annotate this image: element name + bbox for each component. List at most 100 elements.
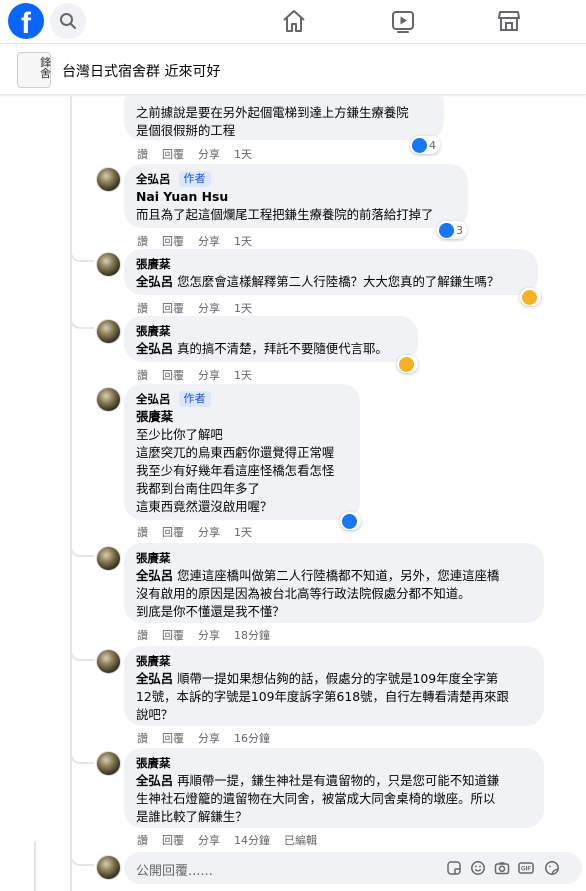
comment-text: 生神社石燈籠的遺留物在大同舍，被當成大同舍桌椅的墩座。所以	[136, 791, 496, 806]
comment-bubble: 張賡棻 全弘呂 再順帶一提，鎌生神社是有遺留物的，只是您可能不知道鎌 生神社石燈…	[124, 748, 544, 828]
comment-text: 再順帶一提，鎌生神社是有遺留物的，只是您可能不知道鎌	[173, 773, 500, 788]
timestamp[interactable]: 1天	[234, 233, 252, 249]
comment-bubble: 張賡棻 全弘呂 真的搞不清楚，拜託不要隨便代言耶。	[124, 316, 418, 362]
avatar[interactable]	[96, 319, 121, 344]
search-button[interactable]	[50, 3, 86, 39]
like-button[interactable]: 讚	[137, 832, 148, 848]
comment-author[interactable]: 張賡棻	[136, 755, 171, 771]
like-button[interactable]: 讚	[137, 300, 148, 316]
timestamp[interactable]: 14分鐘	[234, 832, 270, 848]
comment-author[interactable]: 張賡棻	[136, 323, 171, 339]
like-button[interactable]: 讚	[137, 233, 148, 249]
reply-button[interactable]: 回覆	[162, 233, 184, 249]
comment-text: 之前據說是要在另外起個電梯到達上方鎌生療養院	[136, 105, 409, 120]
gif-icon[interactable]: GIF	[518, 860, 534, 876]
reply-button[interactable]: 回覆	[162, 300, 184, 316]
group-thumbnail[interactable]: 鋒 舍	[17, 52, 51, 88]
my-avatar[interactable]	[96, 855, 121, 880]
like-button[interactable]: 讚	[137, 146, 148, 162]
timestamp[interactable]: 1天	[234, 146, 252, 162]
group-title[interactable]: 台灣日式宿舍群 近來可好	[62, 61, 220, 81]
like-reaction-icon	[342, 513, 357, 529]
comment-author[interactable]: 張賡棻	[136, 256, 171, 272]
reply-button[interactable]: 回覆	[162, 524, 184, 540]
mention-link[interactable]: 全弘呂	[136, 671, 173, 686]
avatar[interactable]	[96, 387, 121, 412]
mention-link[interactable]: 全弘呂	[136, 773, 173, 788]
timestamp[interactable]: 1天	[234, 524, 252, 540]
reaction-summary[interactable]	[340, 512, 361, 530]
sticker-icon[interactable]	[446, 860, 462, 876]
share-button[interactable]: 分享	[198, 627, 220, 643]
comment-actions: 讚 回覆 分享 1天	[137, 300, 252, 316]
wow-reaction-icon	[399, 356, 414, 372]
like-reaction-icon	[439, 222, 454, 238]
like-button[interactable]: 讚	[137, 730, 148, 746]
comment-author[interactable]: 張賡棻	[136, 550, 171, 566]
reaction-summary[interactable]: 4	[410, 136, 440, 154]
camera-icon[interactable]	[494, 860, 510, 876]
comment-text: 是誰比較了解鎌生？	[136, 809, 248, 824]
comment-text: 我至少有好幾年看這座怪橋怎看怎怪	[136, 463, 335, 478]
timestamp[interactable]: 1天	[234, 367, 252, 383]
comment-bubble: 全弘呂 作者 Nai Yuan Hsu 而且為了起這個爛尾工程把鎌生療養院的前落…	[124, 164, 468, 228]
reaction-summary[interactable]: 3	[437, 221, 467, 239]
comment-text: 至少比你了解吧	[136, 427, 223, 442]
comment-author[interactable]	[136, 96, 432, 104]
share-button[interactable]: 分享	[198, 367, 220, 383]
timestamp[interactable]: 18分鐘	[234, 627, 270, 643]
timestamp[interactable]: 16分鐘	[234, 730, 270, 746]
avatar[interactable]	[96, 167, 121, 192]
avatar[interactable]	[96, 252, 121, 277]
mention-link[interactable]: 全弘呂	[136, 341, 173, 356]
like-button[interactable]: 讚	[137, 524, 148, 540]
like-reaction-icon	[412, 137, 427, 153]
avatar[interactable]	[96, 649, 121, 674]
comment-text: 我都到台南住四年多了	[136, 481, 260, 496]
share-button[interactable]: 分享	[198, 300, 220, 316]
video-icon[interactable]	[388, 6, 418, 36]
reaction-summary[interactable]	[397, 355, 418, 373]
reply-button[interactable]: 回覆	[162, 367, 184, 383]
reply-button[interactable]: 回覆	[162, 730, 184, 746]
comment-author[interactable]: 張賡棻	[136, 653, 171, 669]
comment-text: 您怎麼會這樣解釋第二人行陸橋？大大您真的了解鎌生嗎？	[173, 274, 500, 289]
reply-input[interactable]: 公開回覆......	[136, 860, 213, 879]
comment-author[interactable]: 全弘呂	[136, 391, 171, 407]
group-header[interactable]: 鋒 舍 台灣日式宿舍群 近來可好	[0, 45, 586, 95]
avatar[interactable]	[96, 751, 121, 776]
like-button[interactable]: 讚	[137, 367, 148, 383]
home-icon[interactable]	[279, 6, 309, 36]
mention-link[interactable]: 張賡棻	[136, 408, 348, 426]
mention-link[interactable]: Nai Yuan Hsu	[136, 188, 456, 206]
share-button[interactable]: 分享	[198, 524, 220, 540]
like-button[interactable]: 讚	[137, 627, 148, 643]
share-button[interactable]: 分享	[198, 233, 220, 249]
reply-button[interactable]: 回覆	[162, 146, 184, 162]
share-button[interactable]: 分享	[198, 832, 220, 848]
timestamp[interactable]: 1天	[234, 300, 252, 316]
comment-text: 真的搞不清楚，拜託不要隨便代言耶。	[173, 341, 388, 356]
share-button[interactable]: 分享	[198, 146, 220, 162]
comment-thread: 之前據說是要在另外起個電梯到達上方鎌生療養院 是個很假掰的工程 4 讚 回覆 分…	[0, 96, 586, 891]
thread-elbow	[70, 852, 94, 866]
reaction-summary[interactable]	[520, 288, 541, 306]
facebook-logo-icon[interactable]: f	[8, 3, 44, 39]
mention-link[interactable]: 全弘呂	[136, 568, 173, 583]
thread-connector	[34, 841, 36, 891]
reply-button[interactable]: 回覆	[162, 627, 184, 643]
share-button[interactable]: 分享	[198, 730, 220, 746]
mention-link[interactable]: 全弘呂	[136, 274, 173, 289]
reaction-count: 3	[456, 223, 463, 237]
reply-button[interactable]: 回覆	[162, 832, 184, 848]
comment-bubble: 張賡棻 全弘呂 您連這座橋叫做第二人行陸橋都不知道，另外，您連這座橋 沒有啟用的…	[124, 543, 544, 623]
emoji-icon[interactable]	[470, 860, 486, 876]
reply-composer[interactable]: 公開回覆...... GIF	[124, 852, 582, 884]
edited-label[interactable]: 已編輯	[284, 832, 317, 848]
comment-actions: 讚 回覆 分享 18分鐘	[137, 627, 270, 643]
comment-author[interactable]: 全弘呂	[136, 171, 171, 187]
avatar[interactable]	[96, 546, 121, 571]
sticker2-icon[interactable]	[544, 860, 560, 876]
comment-actions: 讚 回覆 分享 16分鐘	[137, 730, 270, 746]
marketplace-icon[interactable]	[494, 6, 524, 36]
